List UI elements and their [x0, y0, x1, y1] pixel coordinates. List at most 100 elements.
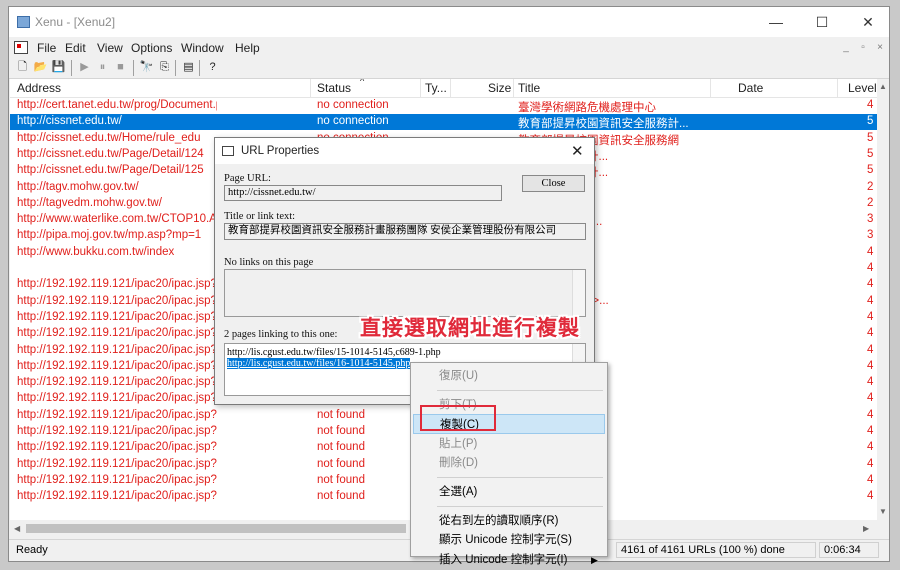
- linking-url-item[interactable]: http://lis.cgust.edu.tw/files/15-1014-51…: [227, 347, 441, 358]
- save-icon[interactable]: 💾: [51, 60, 66, 75]
- title-bar: Xenu - [Xenu2] — ☐ ✕: [9, 7, 889, 37]
- cell-level: 4: [867, 294, 874, 307]
- context-menu-item[interactable]: 從右到左的讀取順序(R): [413, 511, 605, 531]
- cell-level: 4: [867, 343, 874, 356]
- scroll-up-icon[interactable]: ▲: [879, 82, 887, 91]
- table-row[interactable]: http://cissnet.edu.tw/no connection 教育部提昇…: [10, 114, 877, 131]
- column-header-title[interactable]: Title: [518, 81, 540, 95]
- column-header-status[interactable]: Status: [317, 81, 351, 95]
- menu-separator: [437, 477, 603, 478]
- scroll-right-icon[interactable]: ▶: [863, 524, 869, 533]
- context-menu-item[interactable]: 顯示 Unicode 控制字元(S): [413, 530, 605, 550]
- context-menu-item[interactable]: 貼上(P): [413, 434, 605, 454]
- close-button[interactable]: ✕: [845, 7, 889, 37]
- copy-icon[interactable]: ⎘: [157, 60, 172, 75]
- menu-window[interactable]: Window: [181, 41, 224, 55]
- cell-level: 4: [867, 490, 874, 503]
- list-header: Address Status Ty... Size Title Date Level ^: [10, 79, 877, 98]
- column-separator[interactable]: [710, 79, 711, 97]
- maximize-button[interactable]: ☐: [799, 7, 845, 37]
- minimize-button[interactable]: —: [753, 7, 799, 37]
- column-separator[interactable]: [420, 79, 421, 97]
- context-menu-item[interactable]: 復原(U): [413, 366, 605, 386]
- menu-view[interactable]: View: [97, 41, 123, 55]
- cell-address: http://tagv.mohw.gov.tw/: [17, 180, 139, 193]
- sort-ascending-icon: ^: [360, 79, 365, 86]
- cell-level: 4: [867, 441, 874, 454]
- cell-address: http://192.192.119.121/ipac20/ipac.jsp?: [17, 310, 217, 323]
- dialog-icon: [222, 146, 234, 156]
- title-field[interactable]: 教育部提昇校園資訊安全服務計畫服務團隊 安侯企業管理股份有限公司: [224, 223, 586, 240]
- mdi-minimize-button[interactable]: _: [839, 41, 853, 54]
- properties-icon[interactable]: ▤: [181, 60, 196, 75]
- horizontal-scroll-thumb[interactable]: [26, 524, 406, 533]
- document-menu-icon[interactable]: [14, 41, 28, 54]
- menu-edit[interactable]: Edit: [65, 41, 86, 55]
- cell-level: 4: [867, 327, 874, 340]
- context-menu-item-label: 顯示 Unicode 控制字元(S): [439, 534, 572, 547]
- cell-status: not found: [317, 441, 365, 454]
- cell-status: no connection: [317, 115, 389, 128]
- dialog-close-icon[interactable]: ✕: [571, 142, 584, 160]
- cell-level: 2: [867, 196, 874, 209]
- column-header-address[interactable]: Address: [17, 81, 61, 95]
- cell-address: http://cert.tanet.edu.tw/prog/Document.p…: [17, 99, 217, 111]
- table-row[interactable]: http://cert.tanet.edu.tw/prog/Document.p…: [10, 98, 877, 114]
- page-url-label: Page URL:: [224, 173, 271, 184]
- cell-level: 2: [867, 180, 874, 193]
- menu-options[interactable]: Options: [131, 41, 172, 55]
- column-separator[interactable]: [450, 79, 451, 97]
- menu-separator: [437, 505, 603, 507]
- context-menu-item[interactable]: 刪除(D): [413, 453, 605, 473]
- scroll-down-icon[interactable]: ▼: [879, 507, 887, 516]
- help-icon[interactable]: ?: [205, 60, 220, 75]
- column-separator[interactable]: [310, 79, 311, 97]
- column-separator[interactable]: [837, 79, 838, 97]
- scroll-left-icon[interactable]: ◀: [14, 524, 20, 533]
- menu-file[interactable]: File: [37, 41, 56, 55]
- mdi-restore-button[interactable]: ▫: [856, 41, 870, 54]
- linking-pages-label: 2 pages linking to this one:: [224, 329, 338, 340]
- cell-status: not found: [317, 490, 365, 503]
- cell-level: 4: [867, 99, 874, 111]
- cell-level: 5: [867, 164, 874, 177]
- vertical-scrollbar[interactable]: ▲ ▼: [877, 79, 889, 520]
- cell-address: http://192.192.119.121/ipac20/ipac.jsp?p…: [17, 490, 217, 503]
- dialog-close-button[interactable]: Close: [522, 175, 585, 192]
- page-url-field[interactable]: http://cissnet.edu.tw/: [224, 185, 502, 201]
- menu-help[interactable]: Help: [235, 41, 260, 55]
- new-icon[interactable]: 🗋: [15, 60, 30, 75]
- cell-level: 4: [867, 262, 874, 274]
- column-separator[interactable]: [513, 79, 514, 97]
- cell-address: http://cissnet.edu.tw/: [17, 115, 122, 128]
- cell-level: 4: [867, 310, 874, 323]
- cell-address: http://192.192.119.121/ipac20/ipac.jsp?p…: [17, 457, 217, 470]
- stop-icon[interactable]: ■: [113, 60, 128, 75]
- cell-level: 4: [867, 245, 874, 258]
- links-listbox[interactable]: [224, 269, 586, 317]
- menu-separator: [437, 389, 603, 391]
- cell-status: not found: [317, 457, 365, 470]
- play-icon[interactable]: ▶: [77, 60, 92, 75]
- open-icon[interactable]: 📂: [33, 60, 48, 75]
- column-header-size[interactable]: Size: [488, 81, 511, 95]
- context-menu-item-label: 貼上(P): [439, 437, 478, 450]
- column-header-ty[interactable]: Ty...: [425, 81, 447, 95]
- linking-url-item-selected[interactable]: http://lis.cgust.edu.tw/files/16-1014-51…: [227, 358, 411, 369]
- cell-address: http://192.192.119.121/ipac20/ipac.jsp?: [17, 343, 217, 356]
- cell-level: 4: [867, 457, 874, 470]
- column-header-date[interactable]: Date: [738, 81, 763, 95]
- links-listbox-scrollbar[interactable]: [572, 270, 585, 316]
- column-header-level[interactable]: Level: [848, 81, 877, 95]
- toolbar-separator: [133, 60, 134, 76]
- cell-status: no connection: [317, 99, 389, 111]
- find-icon[interactable]: 🔭: [139, 60, 154, 75]
- mdi-close-button[interactable]: ×: [873, 41, 887, 54]
- context-menu-item-label: 刪除(D): [439, 457, 478, 470]
- context-menu-item[interactable]: 全選(A): [413, 482, 605, 502]
- toolbar-separator: [199, 60, 200, 76]
- context-menu-item-label: 從右到左的讀取順序(R): [439, 514, 559, 527]
- pause-icon[interactable]: ⏸: [95, 60, 110, 75]
- status-progress: 4161 of 4161 URLs (100 %) done: [616, 542, 816, 558]
- cell-address: http://192.192.119.121/ipac20/ipac.jsp?: [17, 278, 217, 291]
